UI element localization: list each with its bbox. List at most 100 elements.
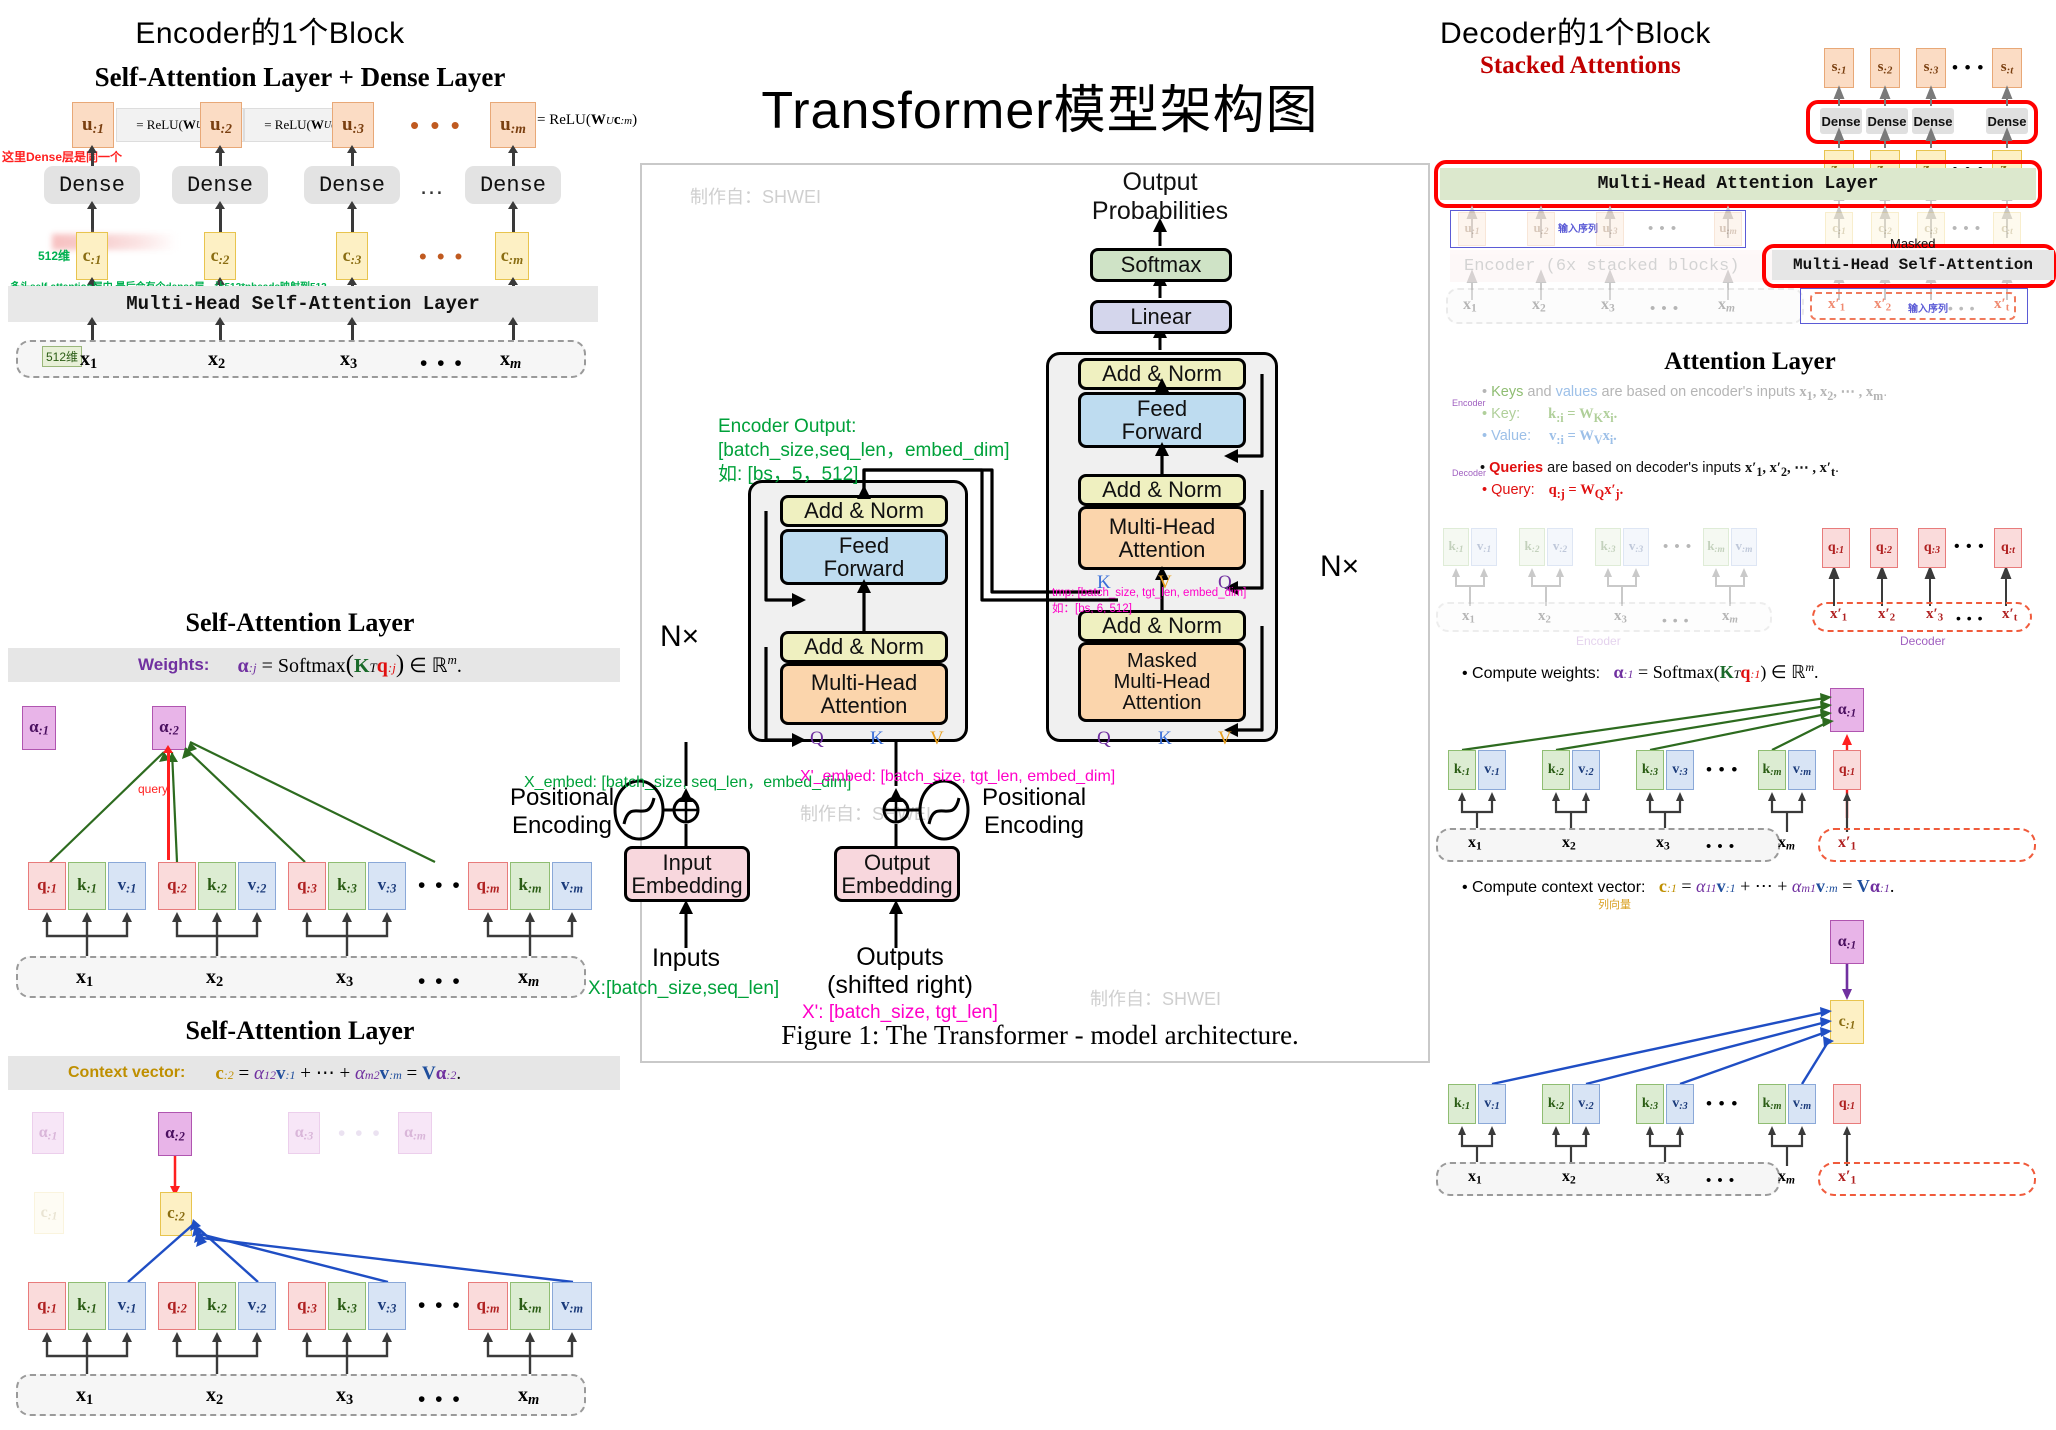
decoder-masked-multi-head-attention[interactable]: Masked Multi-Head Attention [1078, 642, 1246, 722]
dense-small-3[interactable]: Dense [1912, 108, 1954, 134]
token-v-2-sec3: v:2 [238, 1282, 276, 1330]
decoder-feed-forward[interactable]: Feed Forward [1078, 392, 1246, 448]
token-v-3-final: v:3 [1666, 1084, 1694, 1124]
label-v-encoder: V [930, 728, 944, 749]
watermark-decoder: 制作自：SHWEI [1090, 989, 1222, 1009]
token-x-1-right: x1 [1463, 296, 1477, 315]
multi-head-attention-layer-bar[interactable]: Multi-Head Attention Layer [1440, 168, 2036, 200]
token-x-2-sec2: x2 [206, 966, 224, 991]
token-k-m-final: k:m [1758, 1084, 1786, 1124]
dense-small-2[interactable]: Dense [1866, 108, 1908, 134]
arrow-c-dense-1 [91, 208, 94, 232]
dense-small-t[interactable]: Dense [1986, 108, 2028, 134]
token-k-3-right-faint: k:3 [1595, 528, 1621, 566]
arrow-c-dense-2 [219, 208, 222, 232]
token-x-1-sec2: x1 [76, 966, 94, 991]
token-q-2-sec3: q:2 [158, 1282, 196, 1330]
token-x-3-sec2: x3 [336, 966, 354, 991]
token-x-3: x3 [340, 348, 358, 373]
encoder-output-annotation: Encoder Output: [batch_size,seq_len，embe… [718, 415, 1010, 486]
token-xp-1-attn: x′1 [1830, 606, 1848, 624]
ellipsis-kv-final: • • • [1706, 1094, 1739, 1113]
token-xp-2-right: x′2 [1874, 296, 1892, 314]
encoder-add-norm-1[interactable]: Add & Norm [780, 631, 948, 663]
ellipsis-x-sec2: • • • [418, 970, 462, 993]
token-k-2-sec3: k:2 [198, 1282, 236, 1330]
token-v-2-right-faint: v:2 [1547, 528, 1573, 566]
masked-multi-head-self-attention-bar[interactable]: Multi-Head Self-Attention [1772, 250, 2054, 280]
encoder-add-norm-2[interactable]: Add & Norm [780, 495, 948, 527]
token-v-2-sec2: v:2 [238, 862, 276, 910]
encoder-multi-head-attention[interactable]: Multi-Head Attention [780, 663, 948, 725]
token-x-1-sec3: x1 [76, 1384, 94, 1409]
right-panel-title: Decoder的1个Block [1440, 17, 1711, 50]
encoder-output-example: 如: [bs，5，512] [718, 463, 859, 485]
ellipsis-qkv-sec3: • • • [418, 1294, 462, 1317]
token-u-3-right: u:3 [1596, 212, 1624, 246]
redacted-smear [52, 234, 177, 250]
context-column-vector-note: 列向量 [1598, 899, 1631, 911]
dense-block-2[interactable]: Dense [172, 166, 268, 204]
ellipsis-qkv-sec2: • • • [418, 874, 462, 897]
token-alpha-1-sec2: α:1 [22, 706, 56, 750]
ellipsis-x-alpha: • • • [1706, 838, 1736, 855]
token-k-1-final: k:1 [1448, 1084, 1476, 1124]
encoder-output-label: Encoder Output: [718, 416, 857, 437]
token-k-3-alpha: k:3 [1636, 750, 1664, 790]
nx-label-left: N× [660, 620, 700, 653]
encoder-caption-label: Encoder [1576, 634, 1621, 648]
label-q-masked: Q [1097, 728, 1111, 749]
token-v-m-sec2: v:m [552, 862, 592, 910]
arrow-c-dense-m [512, 208, 515, 232]
token-q-1-alpha: q:1 [1833, 750, 1861, 790]
query-label: query [138, 782, 169, 796]
decoder-multi-head-attention[interactable]: Multi-Head Attention [1078, 506, 1246, 570]
token-xp-t-attn: x′t [2002, 606, 2018, 624]
token-s-2: s:2 [1870, 48, 1900, 88]
token-s-1: s:1 [1824, 48, 1854, 88]
bullet-value: • Value: v:i = WVxi. [1482, 428, 1617, 447]
encoder-feed-forward[interactable]: Feed Forward [780, 529, 948, 585]
note-512-dim-2: 512维 [42, 346, 83, 367]
ellipsis-u-row: • • • [410, 110, 462, 140]
ellipsis-x-sec3: • • • [418, 1388, 462, 1411]
ellipsis-c-row: • • • [419, 244, 465, 269]
label-k-encoder: K [870, 728, 884, 749]
sec2-input-dashed-container [16, 956, 586, 998]
token-q-t-attn: q:t [1994, 528, 2022, 568]
label-v-masked: V [1218, 728, 1232, 749]
dense-small-1[interactable]: Dense [1820, 108, 1862, 134]
linear-block[interactable]: Linear [1090, 300, 1232, 334]
token-c-2: c:2 [204, 232, 236, 280]
decoder-add-norm-2[interactable]: Add & Norm [1078, 474, 1246, 506]
token-x-1-alpha: x1 [1468, 834, 1482, 853]
bullet-queries: • Queries are based on decoder's inputs … [1480, 460, 1839, 479]
token-alpha-m-sec3: α:m [398, 1112, 432, 1154]
token-v-1-sec2: v:1 [108, 862, 146, 910]
token-u-2-right: u:2 [1527, 212, 1555, 246]
bullet-compute-weights: • Compute weights: α:1 = Softmax(KTq:1) … [1462, 660, 1819, 683]
token-k-1-alpha: k:1 [1448, 750, 1476, 790]
token-v-m-final: v:m [1788, 1084, 1816, 1124]
dense-block-3[interactable]: Dense [304, 166, 400, 204]
input-embedding-block[interactable]: Input Embedding [624, 846, 750, 902]
watermark-encoder: 制作自：SHWEI [800, 804, 932, 824]
token-c-1-right: c:1 [1825, 212, 1853, 246]
token-x-2-final: x2 [1562, 1168, 1576, 1187]
token-k-2-right-faint: k:2 [1519, 528, 1545, 566]
token-v-m-right-faint: v:m [1731, 528, 1757, 566]
token-s-t: s:t [1992, 48, 2022, 88]
token-v-3-alpha: v:3 [1666, 750, 1694, 790]
positional-encoding-right-label: Positional Encoding [981, 784, 1087, 839]
output-embedding-block[interactable]: Output Embedding [834, 846, 960, 902]
decoder-add-norm-3[interactable]: Add & Norm [1078, 358, 1246, 390]
token-u-1-right: u:1 [1458, 212, 1486, 246]
dense-block-1[interactable]: Dense [44, 166, 140, 204]
token-k-m-sec2: k:m [510, 862, 550, 910]
decoder-caption-label: Decoder [1900, 634, 1946, 648]
softmax-block[interactable]: Softmax [1090, 248, 1232, 282]
encoder-x-dashed-right [1446, 288, 1804, 324]
dense-block-m[interactable]: Dense [465, 166, 561, 204]
xp-embed-annotation: X'_embed: [batch_size, tgt_len, embed_di… [800, 768, 1116, 785]
token-x-m: xm [500, 348, 522, 373]
